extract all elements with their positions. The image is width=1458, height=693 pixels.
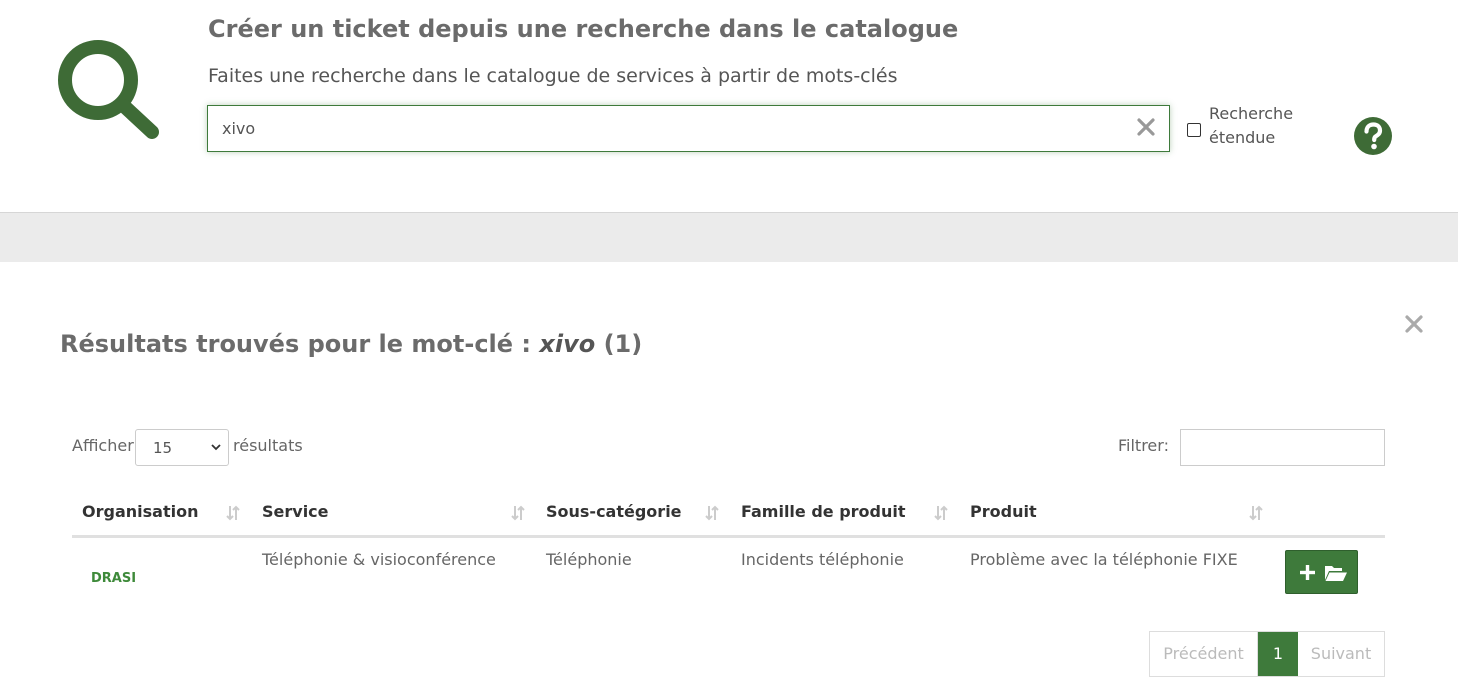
plus-icon (1300, 565, 1315, 580)
filter-input[interactable] (1180, 429, 1385, 466)
folder-open-icon (1325, 566, 1347, 581)
pagination-next[interactable]: Suivant (1298, 632, 1384, 676)
pagination: Précédent 1 Suivant (1149, 631, 1385, 677)
page-subtitle: Faites une recherche dans le catalogue d… (208, 65, 898, 87)
sort-icon[interactable] (509, 504, 527, 522)
column-header-service[interactable]: Service (262, 502, 329, 521)
cell-famille: Incidents téléphonie (741, 550, 904, 569)
column-header-organisation[interactable]: Organisation (82, 502, 198, 521)
section-separator (0, 212, 1458, 262)
close-icon[interactable] (1135, 116, 1157, 138)
column-header-sous-categorie[interactable]: Sous-catégorie (546, 502, 682, 521)
sort-icon[interactable] (1247, 504, 1265, 522)
close-results-icon[interactable] (1403, 313, 1425, 335)
sort-icon[interactable] (932, 504, 950, 522)
column-header-famille[interactable]: Famille de produit (741, 502, 906, 521)
extended-search-checkbox[interactable] (1187, 123, 1201, 137)
page-size-value: 15 (153, 439, 173, 457)
results-table: Organisation Service Sous-catégorie Fami… (72, 490, 1385, 610)
chevron-down-icon (211, 444, 221, 451)
create-ticket-button[interactable] (1285, 550, 1358, 594)
show-label: Afficher (72, 436, 134, 455)
cell-produit: Problème avec la téléphonie FIXE (970, 550, 1238, 569)
results-keyword: xivo (539, 330, 596, 358)
search-input[interactable] (222, 106, 1122, 150)
sort-icon[interactable] (703, 504, 721, 522)
page-title: Créer un ticket depuis une recherche dan… (208, 15, 959, 43)
search-icon (58, 40, 159, 139)
search-box (207, 105, 1170, 152)
cell-service: Téléphonie & visioconférence (262, 550, 496, 569)
page-header: Créer un ticket depuis une recherche dan… (0, 0, 1458, 212)
page-size-select[interactable]: 15 (135, 429, 229, 466)
pagination-previous[interactable]: Précédent (1150, 632, 1258, 676)
results-title-prefix: Résultats trouvés pour le mot-clé : (60, 330, 531, 358)
organisation-badge: DRASI (91, 571, 137, 586)
extended-search-label: Recherche étendue (1209, 104, 1294, 147)
sort-icon[interactable] (224, 504, 242, 522)
table-row: DRASI Téléphonie & visioconférence Télép… (72, 538, 1385, 610)
filter-label: Filtrer: (1118, 436, 1169, 455)
question-circle-icon[interactable] (1353, 116, 1393, 156)
cell-sous-categorie: Téléphonie (546, 550, 632, 569)
results-label: résultats (233, 436, 303, 455)
pagination-page-current[interactable]: 1 (1258, 632, 1298, 676)
column-header-produit[interactable]: Produit (970, 502, 1037, 521)
table-header: Organisation Service Sous-catégorie Fami… (72, 490, 1385, 538)
results-title: Résultats trouvés pour le mot-clé : xivo… (60, 330, 642, 358)
results-count: (1) (603, 330, 643, 358)
